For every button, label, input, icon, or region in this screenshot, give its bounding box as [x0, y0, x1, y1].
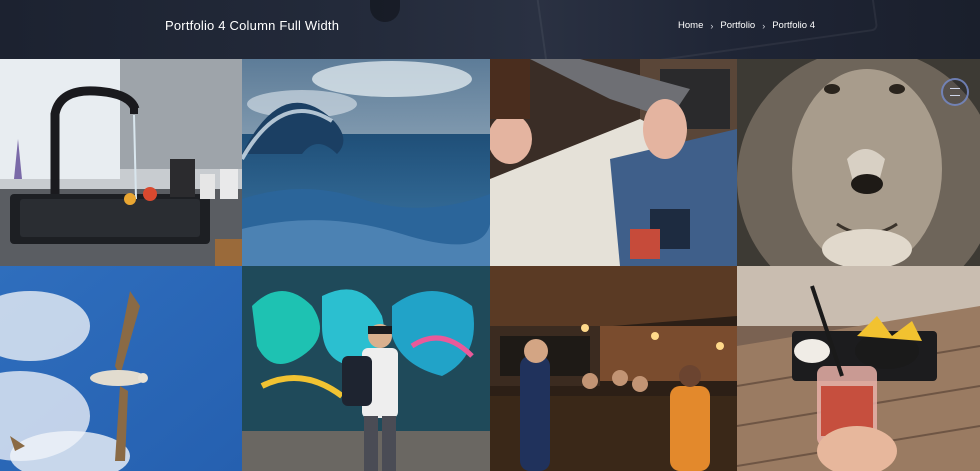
floating-menu-button[interactable]: [941, 78, 969, 106]
breadcrumb: Home › Portfolio › Portfolio 4: [678, 20, 815, 31]
portfolio-item-seagull[interactable]: [0, 266, 242, 471]
portfolio-item-bar[interactable]: [490, 266, 737, 471]
page-header: Portfolio 4 Column Full Width Home › Por…: [0, 0, 980, 59]
portfolio-image-bar: [490, 266, 737, 471]
breadcrumb-current: Portfolio 4: [772, 20, 815, 31]
portfolio-item-sink[interactable]: [0, 59, 242, 266]
breadcrumb-home-link[interactable]: Home: [678, 20, 703, 31]
menu-icon: [950, 88, 960, 96]
portfolio-image-cocktail: [737, 266, 980, 471]
portfolio-item-graffiti[interactable]: [242, 266, 490, 471]
portfolio-item-wave[interactable]: [242, 59, 490, 266]
breadcrumb-portfolio-link[interactable]: Portfolio: [720, 20, 755, 31]
header-background-logo: [370, 0, 400, 22]
chevron-right-icon: ›: [710, 20, 714, 31]
page-title: Portfolio 4 Column Full Width: [165, 18, 340, 33]
portfolio-image-graffiti: [242, 266, 490, 471]
chevron-right-icon: ›: [762, 20, 766, 31]
portfolio-grid: [0, 59, 980, 471]
portfolio-image-records: [490, 59, 737, 266]
portfolio-image-seagull: [0, 266, 242, 471]
portfolio-image-wave: [242, 59, 490, 266]
portfolio-image-sink: [0, 59, 242, 266]
portfolio-item-cocktail[interactable]: [737, 266, 980, 471]
portfolio-item-records[interactable]: [490, 59, 737, 266]
